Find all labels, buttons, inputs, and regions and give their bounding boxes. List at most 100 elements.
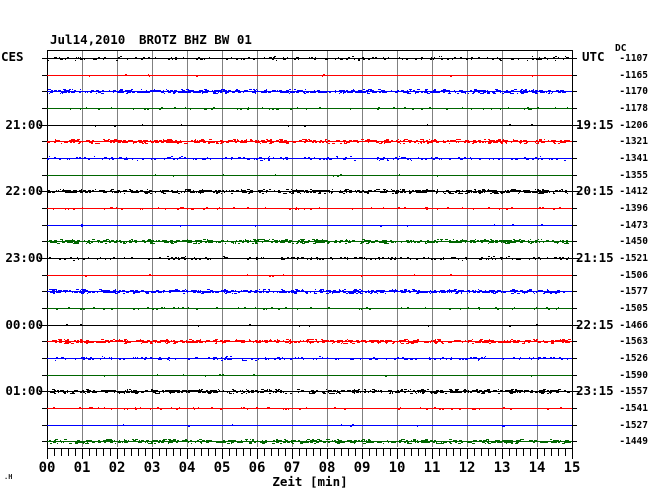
- left-hour-label: 21:00: [5, 117, 43, 132]
- trace-noise-blip: [269, 92, 271, 93]
- trace-noise-blip: [343, 292, 346, 293]
- trace-noise-blip: [235, 340, 238, 341]
- trace-noise-blip: [421, 57, 423, 58]
- trace-noise-blip: [216, 390, 217, 391]
- trace-noise-blip: [501, 292, 502, 293]
- trace-noise-blip: [52, 389, 55, 390]
- trace-noise-blip: [156, 290, 159, 291]
- trace-noise-blip: [210, 290, 212, 291]
- trace-noise-blip: [272, 239, 274, 240]
- trace-noise-blip: [332, 189, 333, 190]
- trace-noise-blip: [140, 140, 142, 141]
- trace-noise-blip: [110, 259, 111, 260]
- trace-noise-blip: [397, 392, 400, 393]
- trace-noise-blip: [310, 159, 312, 160]
- trace-noise-blip: [562, 242, 564, 243]
- trace-noise-blip: [528, 109, 530, 110]
- trace-noise-blip: [479, 159, 481, 160]
- trace-noise-blip: [213, 357, 215, 358]
- trace-noise-blip: [329, 92, 331, 93]
- trace-noise-blip: [447, 140, 449, 141]
- trace-baseline: [47, 258, 572, 259]
- trace-noise-blip: [136, 190, 138, 191]
- trace-noise-blip: [335, 90, 336, 91]
- trace-noise-blip: [311, 57, 312, 58]
- trace-noise-blip: [152, 240, 154, 241]
- trace-noise-blip: [68, 92, 70, 93]
- trace-noise-blip: [163, 90, 164, 91]
- trace-noise-blip: [284, 193, 287, 194]
- trace-noise-blip: [362, 340, 365, 341]
- trace-noise-blip: [232, 293, 233, 294]
- trace-noise-blip: [89, 359, 91, 360]
- trace-noise-blip: [83, 392, 85, 393]
- trace-noise-blip: [406, 343, 409, 344]
- trace-noise-blip: [224, 257, 226, 258]
- trace-noise-blip: [550, 393, 551, 394]
- trace-noise-blip: [551, 442, 552, 443]
- trace-noise-blip: [319, 142, 321, 143]
- trace-noise-blip: [255, 360, 257, 361]
- trace-noise-blip: [113, 292, 116, 293]
- trace-noise-blip: [129, 189, 131, 190]
- trace-noise-blip: [371, 89, 372, 90]
- trace-noise-blip: [434, 240, 436, 241]
- trace-noise-blip: [171, 190, 173, 191]
- trace-noise-blip: [384, 59, 386, 60]
- trace-noise-blip: [442, 343, 444, 344]
- trace-noise-blip: [73, 142, 75, 143]
- minute-tick-label: 02: [108, 460, 126, 476]
- trace-noise-blip: [247, 159, 249, 160]
- trace-noise-blip: [310, 339, 312, 340]
- trace-noise-blip: [465, 390, 467, 391]
- trace-noise-blip: [304, 139, 307, 140]
- trace-noise-blip: [497, 240, 498, 241]
- trace-noise-blip: [53, 442, 56, 443]
- trace-noise-blip: [441, 292, 443, 293]
- trace-noise-blip: [488, 243, 489, 244]
- trace-noise-blip: [540, 92, 543, 93]
- trace-noise-blip: [319, 207, 320, 208]
- trace-noise-blip: [436, 157, 438, 158]
- trace-noise-blip: [256, 342, 258, 343]
- trace-noise-blip: [55, 360, 56, 361]
- trace-noise-blip: [560, 339, 561, 340]
- trace-noise-blip: [255, 242, 257, 243]
- trace-noise-blip: [159, 440, 161, 441]
- trace-noise-blip: [539, 139, 542, 140]
- trace-noise-blip: [269, 143, 272, 144]
- trace-noise-blip: [104, 442, 106, 443]
- trace-noise-blip: [170, 140, 173, 141]
- trace-noise-blip: [318, 90, 320, 91]
- trace-noise-blip: [553, 440, 556, 441]
- trace-noise-blip: [247, 207, 249, 208]
- trace-noise-blip: [294, 440, 296, 441]
- trace-noise-blip: [449, 342, 451, 343]
- trace-noise-blip: [286, 143, 289, 144]
- trace-noise-blip: [562, 342, 564, 343]
- trace-noise-blip: [333, 176, 334, 177]
- trace-noise-blip: [352, 424, 354, 425]
- trace-noise-blip: [524, 342, 525, 343]
- seismogram-plot: [39, 50, 580, 459]
- trace-noise-blip: [256, 407, 258, 408]
- trace-noise-blip: [478, 307, 480, 308]
- trace-noise-blip: [479, 142, 481, 143]
- trace-noise-blip: [507, 440, 509, 441]
- trace-noise-blip: [546, 307, 548, 308]
- trace-noise-blip: [131, 192, 134, 193]
- trace-noise-blip: [481, 192, 483, 193]
- trace-noise-blip: [427, 240, 429, 241]
- trace-noise-blip: [292, 342, 293, 343]
- trace-noise-blip: [262, 107, 263, 108]
- trace-noise-blip: [472, 343, 474, 344]
- trace-noise-blip: [464, 389, 466, 390]
- trace-noise-blip: [305, 190, 308, 191]
- trace-noise-blip: [291, 292, 294, 293]
- trace-noise-blip: [510, 442, 513, 443]
- trace-noise-blip: [500, 142, 503, 143]
- trace-noise-blip: [174, 192, 176, 193]
- trace-noise-blip: [136, 340, 137, 341]
- trace-noise-blip: [393, 290, 394, 291]
- trace-noise-blip: [332, 292, 335, 293]
